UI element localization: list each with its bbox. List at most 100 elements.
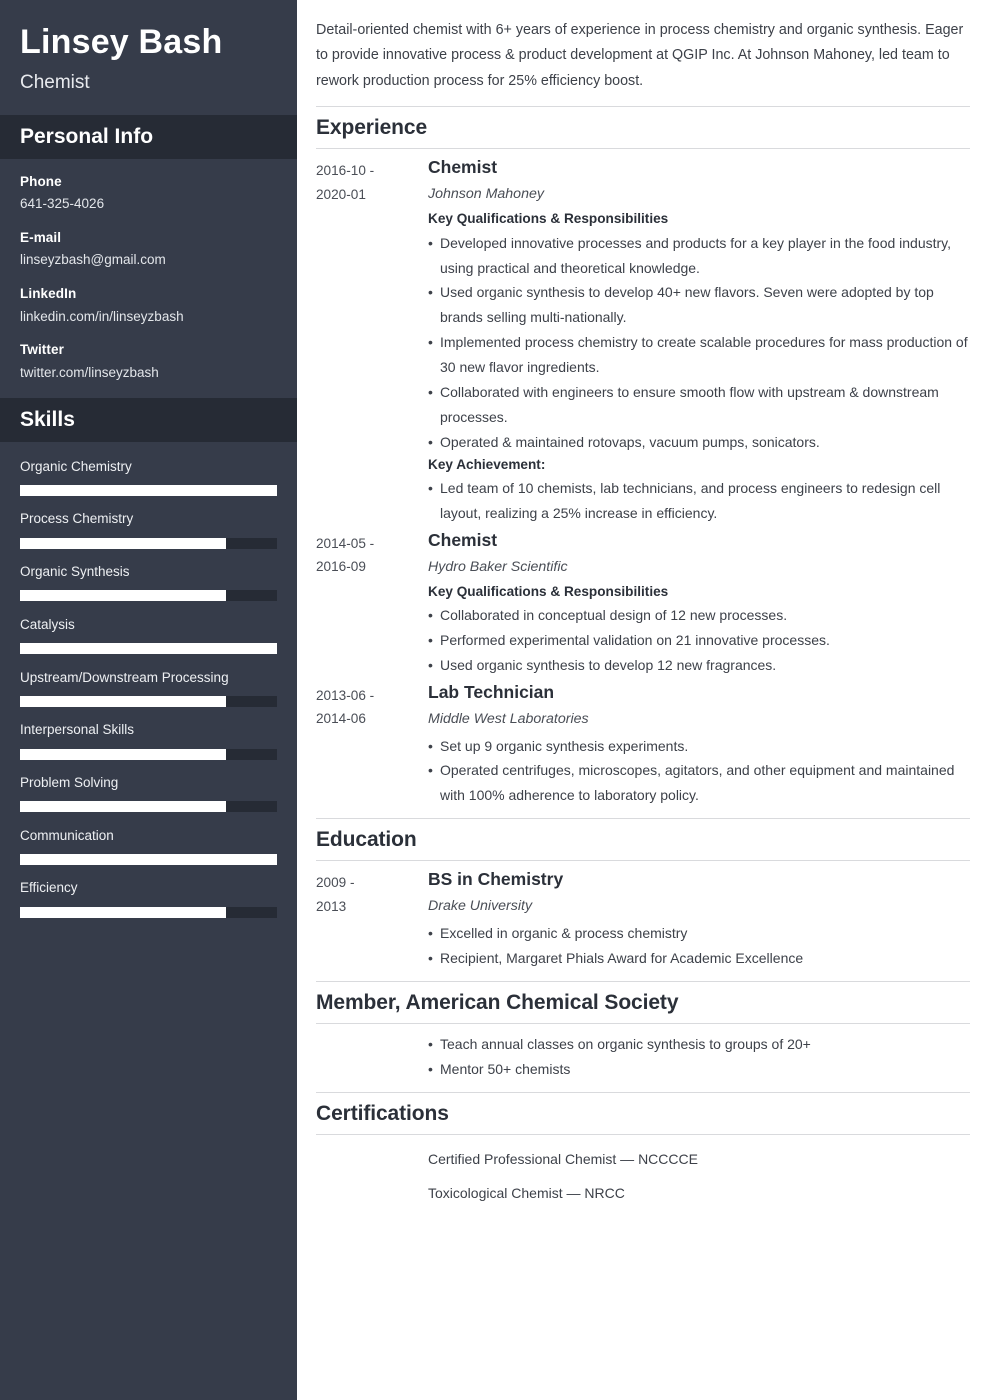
entry-subheading: Key Qualifications & Responsibilities <box>428 211 669 227</box>
skill-row: Organic Synthesis <box>20 563 277 602</box>
section-experience: Experience 2016-10 -2020-01 Chemist John… <box>316 106 970 808</box>
entry-employer: Middle West Laboratories <box>428 710 589 727</box>
certification-list: Certified Professional Chemist — NCCCCE T… <box>428 1143 970 1211</box>
skills-heading: Skills <box>20 407 75 431</box>
skill-label: Catalysis <box>20 616 75 632</box>
entry-body: Lab Technician Middle West Laboratories … <box>428 682 970 808</box>
contact-list: Phone 641-325-4026 E-mail linseyzbash@gm… <box>0 159 297 382</box>
skill-label: Organic Chemistry <box>20 458 132 474</box>
entry-body: Chemist Johnson Mahoney Key Qualificatio… <box>428 157 970 526</box>
skill-bar-track <box>20 590 277 602</box>
professional-summary: Detail-oriented chemist with 6+ years of… <box>316 22 964 89</box>
bullet-item: Mentor 50+ chemists <box>428 1057 970 1082</box>
skill-bar-fill <box>20 484 277 496</box>
experience-entry: 2016-10 -2020-01 Chemist Johnson Mahoney… <box>316 157 970 526</box>
membership-body: Teach annual classes on organic synthesi… <box>316 1032 970 1092</box>
contact-value-phone[interactable]: 641-325-4026 <box>20 195 277 214</box>
entry-date: 2016-10 -2020-01 <box>316 163 375 202</box>
entry-subheading: Key Qualifications & Responsibilities <box>428 583 669 599</box>
contact-item-linkedin: LinkedIn linkedin.com/in/linseyzbash <box>20 285 277 326</box>
skill-bar-track <box>20 906 277 918</box>
contact-value-email[interactable]: linseyzbash@gmail.com <box>20 251 277 270</box>
bullet-item: Set up 9 organic synthesis experiments. <box>428 734 968 759</box>
skill-label: Process Chemistry <box>20 511 134 527</box>
bullet-item: Operated centrifuges, microscopes, agita… <box>428 758 968 808</box>
experience-entry: 2013-06 -2014-06 Lab Technician Middle W… <box>316 682 970 808</box>
skill-bar-fill <box>20 801 226 813</box>
skill-bar-track <box>20 853 277 865</box>
skill-bar-track <box>20 484 277 496</box>
skills-header: Skills <box>0 397 297 442</box>
skill-bar-fill <box>20 906 226 918</box>
resume-page: Linsey Bash Chemist Personal Info Phone … <box>0 0 990 1400</box>
experience-entry: 2014-05 -2016-09 Chemist Hydro Baker Sci… <box>316 530 970 678</box>
entry-school: Drake University <box>428 898 533 915</box>
skill-row: Problem Solving <box>20 774 277 813</box>
certification-item: Certified Professional Chemist — NCCCCE <box>428 1151 698 1168</box>
personal-info-heading: Personal Info <box>20 124 154 148</box>
section-title-certifications: Certifications <box>316 1101 449 1125</box>
personal-info-header: Personal Info <box>0 114 297 160</box>
certifications-body: Certified Professional Chemist — NCCCCE T… <box>316 1143 970 1211</box>
membership-heading-wrap: Member, American Chemical Society <box>316 980 970 1025</box>
contact-value-linkedin[interactable]: linkedin.com/in/linseyzbash <box>20 308 277 327</box>
entry-employer: Hydro Baker Scientific <box>428 558 568 575</box>
entry-degree: BS in Chemistry <box>428 869 564 890</box>
contact-item-email: E-mail linseyzbash@gmail.com <box>20 229 277 270</box>
entry-job-title: Chemist <box>428 529 498 550</box>
main-content: Detail-oriented chemist with 6+ years of… <box>297 0 990 1400</box>
entry-job-title: Chemist <box>428 157 498 178</box>
skill-row: Organic Chemistry <box>20 458 277 496</box>
skill-label: Problem Solving <box>20 775 119 791</box>
contact-item-twitter: Twitter twitter.com/linseyzbash <box>20 341 277 382</box>
skill-label: Upstream/Downstream Processing <box>20 669 229 685</box>
section-certifications: Certifications Certified Professional Ch… <box>316 1091 970 1211</box>
entry-body: BS in Chemistry Drake University Excelle… <box>428 869 970 971</box>
sidebar-identity: Linsey Bash Chemist <box>0 0 297 115</box>
skill-row: Upstream/Downstream Processing <box>20 669 277 707</box>
skill-row: Efficiency <box>20 879 277 918</box>
bullet-item: Led team of 10 chemists, lab technicians… <box>428 476 968 526</box>
contact-label: Phone <box>20 174 62 190</box>
skill-bar-track <box>20 801 277 813</box>
entry-achievement-list: Led team of 10 chemists, lab technicians… <box>428 476 968 526</box>
bullet-item: Collaborated in conceptual design of 12 … <box>428 603 968 628</box>
bullet-item: Used organic synthesis to develop 12 new… <box>428 653 968 678</box>
entry-date: 2009 -2013 <box>316 875 355 914</box>
entry-date: 2014-05 -2016-09 <box>316 535 375 575</box>
contact-label: E-mail <box>20 230 62 246</box>
bullet-item: Recipient, Margaret Phials Award for Aca… <box>428 946 968 971</box>
skill-bar-track <box>20 643 277 655</box>
bullet-item: Implemented process chemistry to create … <box>428 330 968 380</box>
entry-subheading-achievement: Key Achievement: <box>428 456 546 472</box>
skill-bar-track <box>20 748 277 760</box>
contact-label: LinkedIn <box>20 286 77 302</box>
skill-bar-track <box>20 537 277 549</box>
skill-bar-fill <box>20 853 277 865</box>
skill-label: Efficiency <box>20 880 78 896</box>
skill-row: Interpersonal Skills <box>20 721 277 760</box>
skill-bar-track <box>20 695 277 707</box>
candidate-name: Linsey Bash <box>20 23 223 61</box>
entry-bullet-list: Excelled in organic & process chemistryR… <box>428 921 968 971</box>
entry-employer: Johnson Mahoney <box>428 186 544 203</box>
skill-row: Communication <box>20 827 277 865</box>
skill-bar-fill <box>20 748 226 760</box>
section-membership: Member, American Chemical Society Teach … <box>316 980 970 1092</box>
skill-label: Organic Synthesis <box>20 564 130 580</box>
bullet-item: Operated & maintained rotovaps, vacuum p… <box>428 430 968 455</box>
skill-bar-fill <box>20 643 277 655</box>
contact-value-twitter[interactable]: twitter.com/linseyzbash <box>20 364 277 383</box>
candidate-job-title: Chemist <box>20 72 90 94</box>
entry-bullet-list: Set up 9 organic synthesis experiments.O… <box>428 734 968 809</box>
contact-label: Twitter <box>20 342 64 358</box>
certifications-heading-wrap: Certifications <box>316 1091 970 1136</box>
bullet-item: Performed experimental validation on 21 … <box>428 628 968 653</box>
skill-label: Interpersonal Skills <box>20 722 135 738</box>
section-title-membership: Member, American Chemical Society <box>316 990 679 1014</box>
membership-bullet-list: Teach annual classes on organic synthesi… <box>428 1032 970 1082</box>
entry-job-title: Lab Technician <box>428 681 555 702</box>
experience-heading-wrap: Experience <box>316 106 970 150</box>
section-title-education: Education <box>316 828 417 852</box>
bullet-item: Used organic synthesis to develop 40+ ne… <box>428 280 968 330</box>
